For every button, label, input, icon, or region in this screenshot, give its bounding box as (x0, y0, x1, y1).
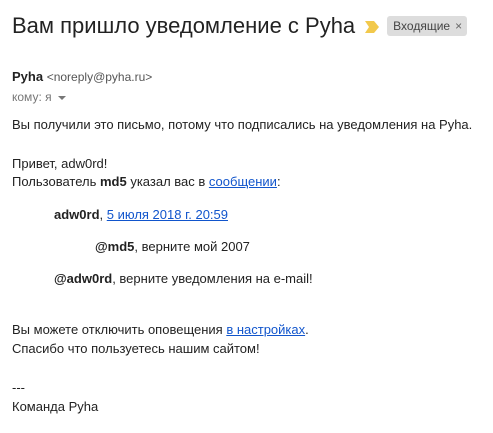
settings-link[interactable]: в настройках (226, 322, 305, 337)
mention-user: md5 (99, 174, 127, 189)
reply-user: @adw0rd (54, 271, 113, 286)
unsubscribe-prefix: Вы можете отключить оповещения (12, 322, 227, 337)
message-link[interactable]: сообщении (209, 174, 277, 189)
mention-suffix: : (276, 174, 281, 189)
unsubscribe-line: Вы можете отключить оповещения в настрой… (12, 321, 309, 339)
remove-label-icon[interactable]: × (455, 18, 462, 34)
signature: Команда Pyha (12, 399, 99, 414)
quote-author: adw0rd (54, 207, 100, 222)
email-subject: Вам пришло уведомление с Pyha (12, 13, 356, 38)
greeting-line: Привет, adw0rd! (12, 156, 108, 171)
nested-quote-user: @md5 (95, 239, 135, 254)
unsubscribe-suffix: . (305, 322, 309, 337)
reply-text: , верните уведомления на e-mail! (112, 271, 313, 286)
quote-header: adw0rd, 5 июля 2018 г. 20:59 (54, 206, 228, 224)
nested-quote: @md5, верните мой 2007 (95, 238, 250, 256)
recipient-details-caret-icon[interactable] (57, 95, 66, 100)
sender-name[interactable]: Pyha (12, 69, 43, 84)
reply-line: @adw0rd, верните уведомления на e-mail! (54, 270, 313, 288)
inbox-label-text: Входящие (393, 19, 451, 33)
mention-middle: указал вас в (126, 174, 209, 189)
email-header: Вам пришло уведомление с Pyha Входящие × (12, 10, 487, 42)
important-marker-icon[interactable] (365, 21, 380, 33)
mention-prefix: Пользователь (12, 174, 100, 189)
inbox-label-chip[interactable]: Входящие × (387, 16, 468, 36)
signature-separator: --- (12, 380, 25, 395)
sender-line: Pyha <noreply@pyha.ru> (12, 68, 152, 86)
mention-line: Пользователь md5 указал вас в сообщении: (12, 173, 281, 191)
quote-separator: , (99, 207, 107, 222)
recipient-line[interactable]: кому: я (12, 89, 66, 105)
quote-date-link[interactable]: 5 июля 2018 г. 20:59 (107, 207, 228, 222)
nested-quote-text: , верните мой 2007 (134, 239, 250, 254)
sender-email: <noreply@pyha.ru> (46, 70, 153, 84)
thanks-line: Спасибо что пользуетесь нашим сайтом! (12, 341, 260, 356)
intro-paragraph: Вы получили это письмо, потому что подпи… (12, 117, 473, 132)
recipient-text: кому: я (12, 90, 52, 104)
